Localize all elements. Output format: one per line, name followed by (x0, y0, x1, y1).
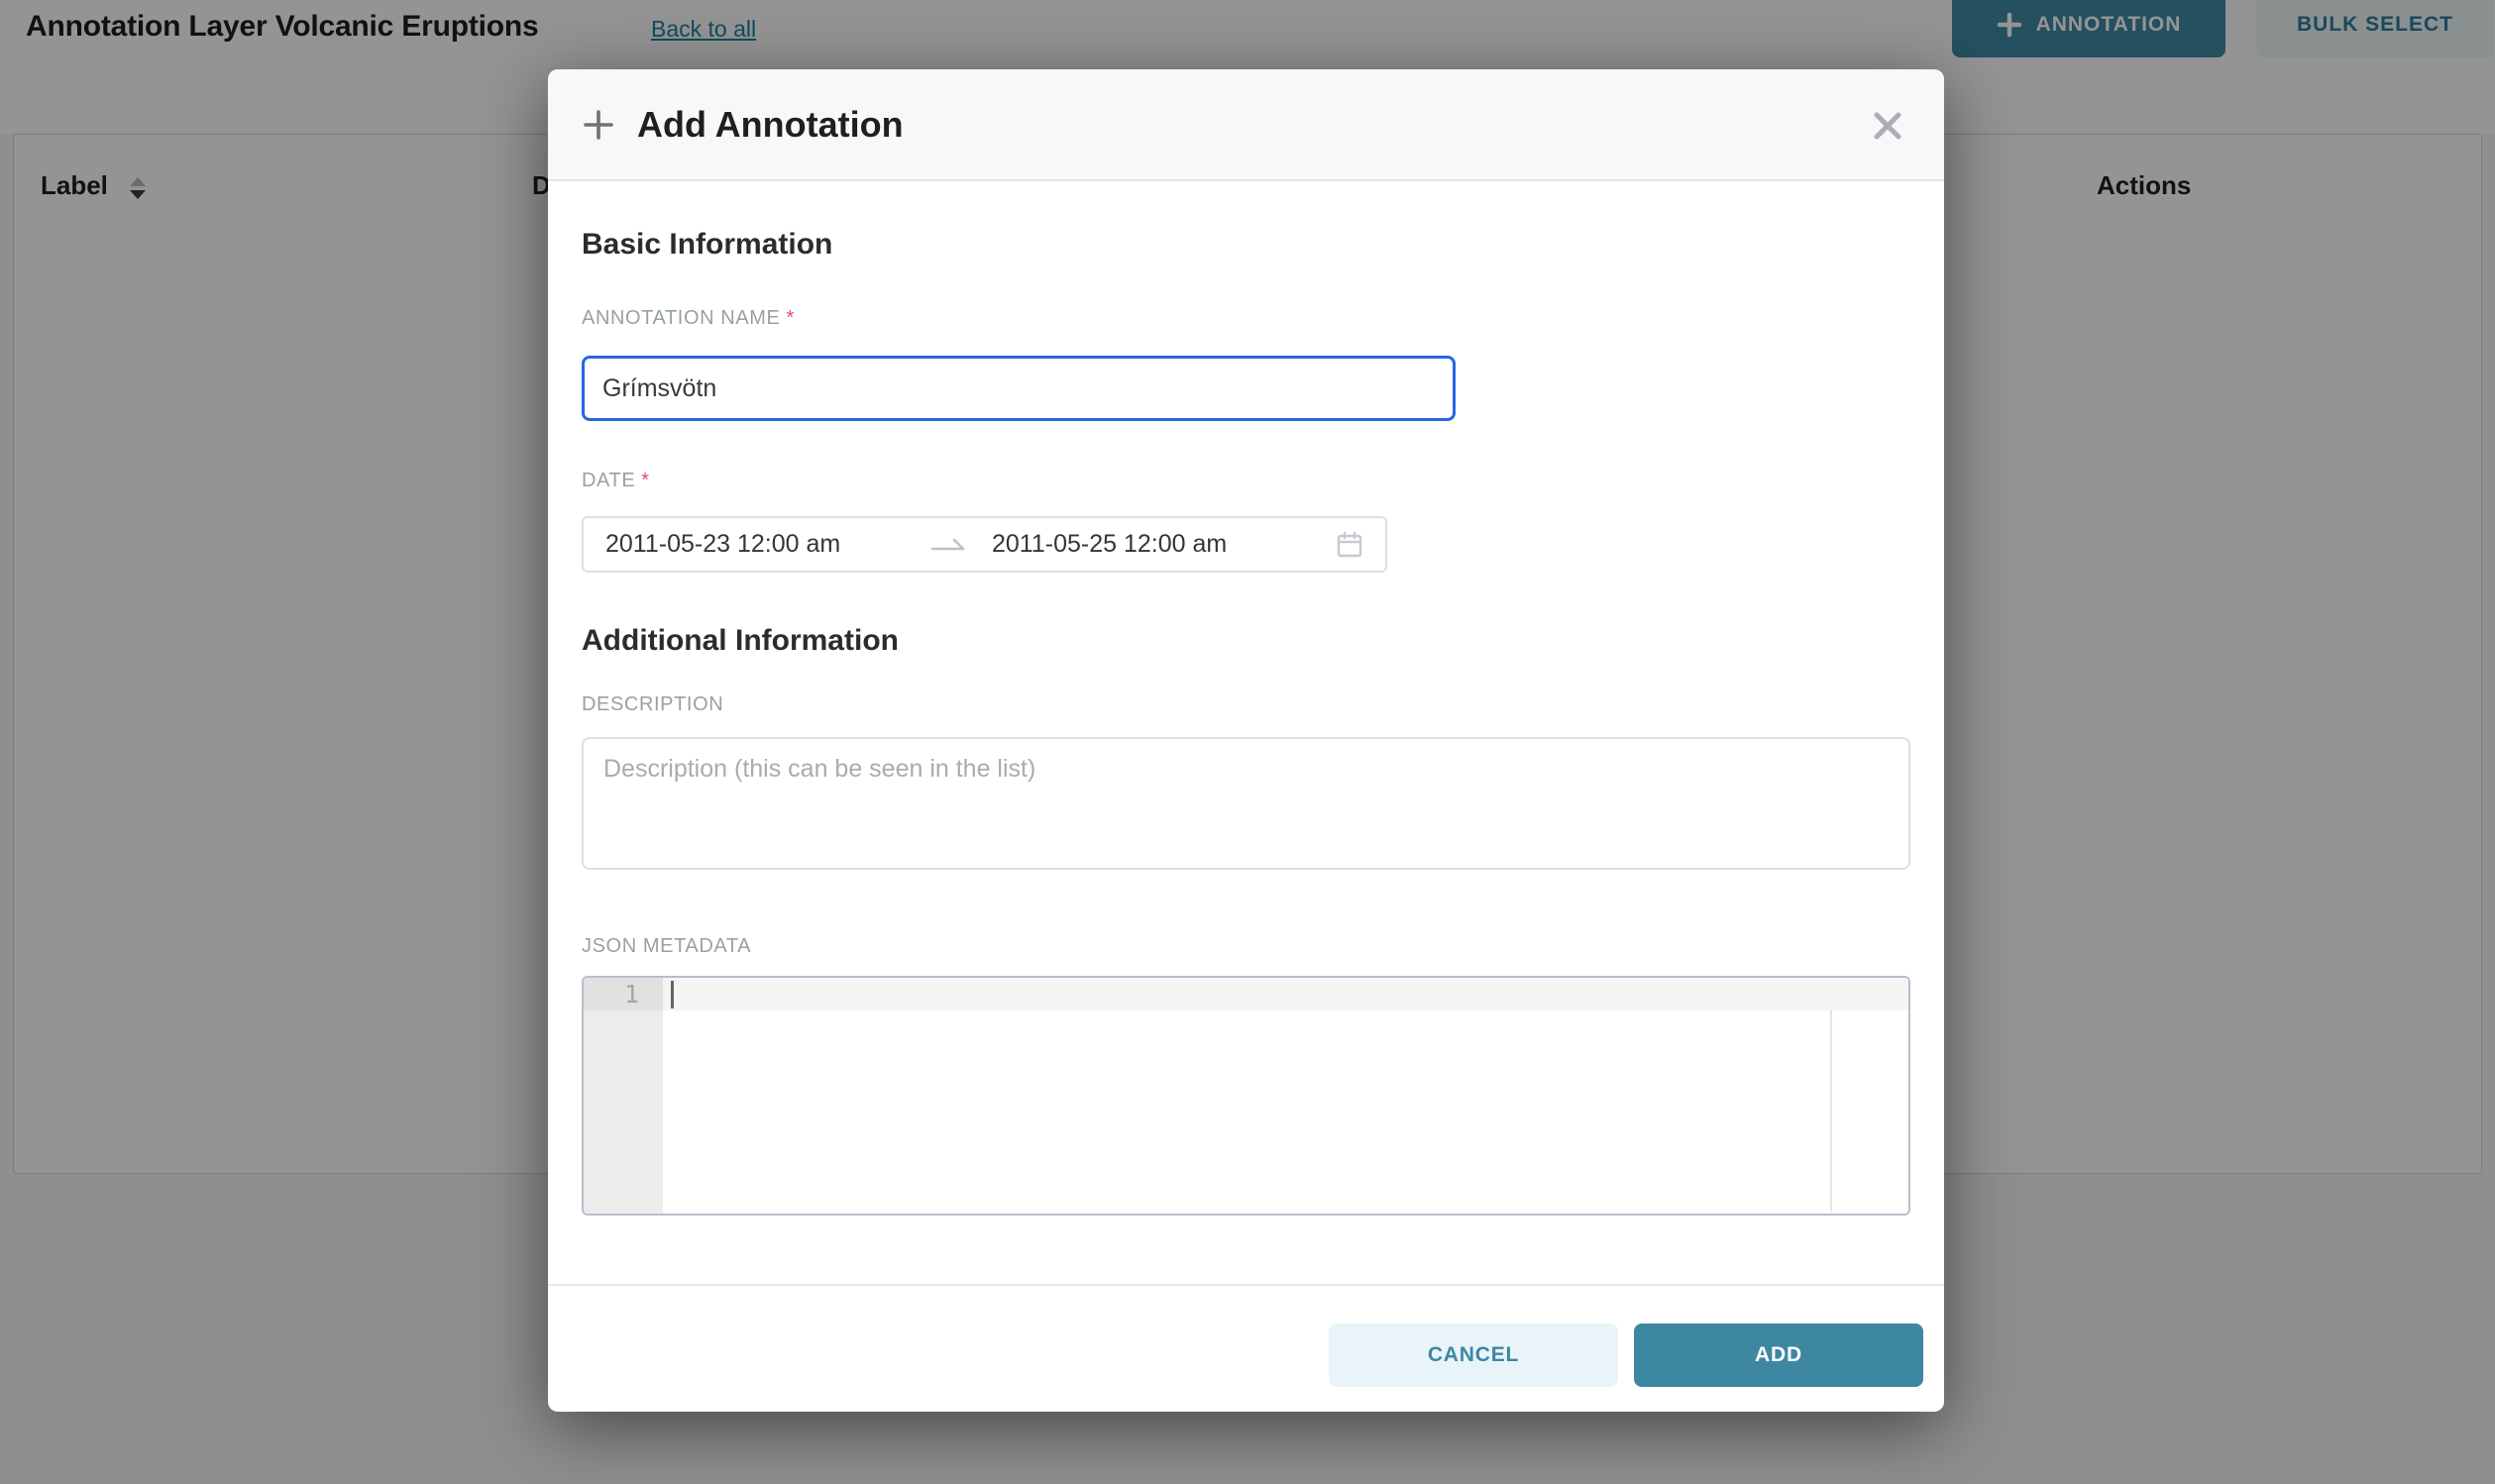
section-basic-information: Basic Information (582, 228, 832, 262)
description-textarea[interactable] (582, 737, 1910, 870)
add-annotation-modal: Add Annotation Basic Information ANNOTAT… (548, 69, 1944, 1412)
add-button[interactable]: ADD (1634, 1324, 1923, 1387)
modal-title: Add Annotation (637, 104, 904, 146)
date-range-picker[interactable]: 2011-05-23 12:00 am 2011-05-25 12:00 am (582, 516, 1387, 573)
date-label-text: DATE (582, 470, 635, 491)
editor-gutter (584, 978, 663, 1214)
close-icon[interactable] (1871, 109, 1904, 143)
calendar-icon[interactable] (1336, 531, 1363, 559)
annotation-name-label: ANNOTATION NAME * (582, 307, 795, 330)
date-end-value[interactable]: 2011-05-25 12:00 am (992, 530, 1227, 559)
date-label: DATE * (582, 470, 650, 492)
app-root: Annotation Layer Volcanic Eruptions Back… (0, 0, 2495, 1484)
required-asterisk: * (786, 307, 794, 329)
json-metadata-label-text: JSON METADATA (582, 935, 751, 957)
json-metadata-label: JSON METADATA (582, 935, 751, 958)
modal-header: Add Annotation (548, 69, 1944, 181)
annotation-name-input[interactable] (582, 356, 1456, 421)
description-label: DESCRIPTION (582, 693, 723, 716)
editor-line-number: 1 (584, 978, 663, 1010)
json-metadata-editor[interactable]: 1 (582, 976, 1910, 1216)
plus-icon (582, 108, 615, 142)
arrow-right-icon (930, 535, 966, 555)
editor-print-margin (1830, 1010, 1832, 1212)
annotation-name-label-text: ANNOTATION NAME (582, 307, 780, 329)
section-additional-information: Additional Information (582, 624, 899, 658)
cancel-button[interactable]: CANCEL (1329, 1324, 1618, 1387)
required-asterisk: * (641, 470, 649, 491)
editor-cursor (671, 981, 674, 1008)
editor-active-line (663, 978, 1908, 1010)
description-label-text: DESCRIPTION (582, 693, 723, 715)
date-start-value[interactable]: 2011-05-23 12:00 am (605, 530, 930, 559)
modal-footer-divider (548, 1284, 1944, 1286)
